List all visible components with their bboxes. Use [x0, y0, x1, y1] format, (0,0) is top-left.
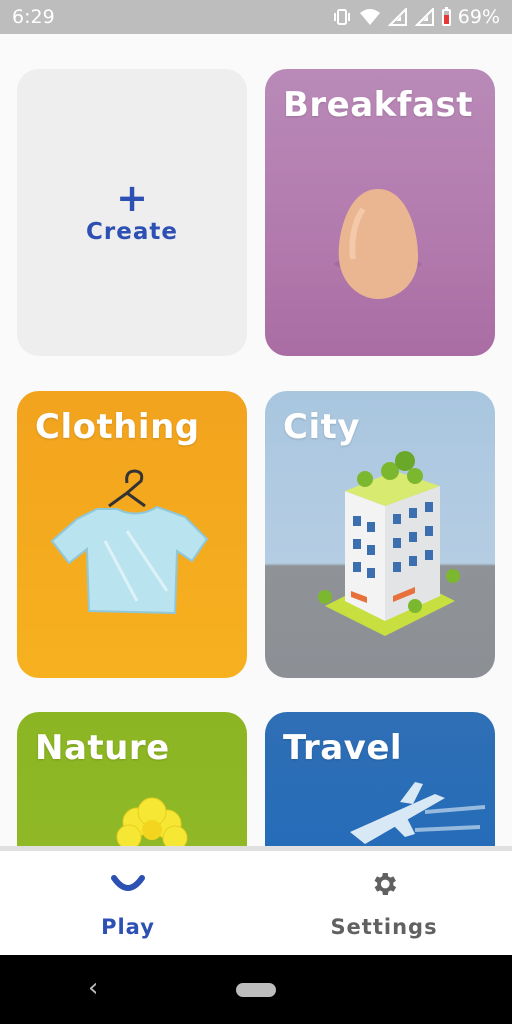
home-pill-icon[interactable]: [236, 983, 276, 997]
card-title-nature: Nature: [35, 728, 170, 768]
status-icons: 69%: [332, 6, 500, 28]
nav-settings[interactable]: Settings: [256, 851, 512, 955]
back-icon[interactable]: ‹: [88, 975, 98, 1001]
card-title-travel: Travel: [283, 728, 403, 768]
card-breakfast[interactable]: Breakfast: [265, 69, 495, 356]
signal-icon-2: [414, 8, 434, 26]
card-travel[interactable]: Travel: [265, 712, 495, 846]
card-title-clothing: Clothing: [35, 407, 200, 447]
gear-icon: [369, 869, 399, 899]
nav-play-label: Play: [101, 915, 155, 939]
signal-icon: [387, 8, 407, 26]
smile-icon: [110, 869, 146, 899]
category-grid: + Create Breakfast Clothing City Nature …: [0, 34, 512, 846]
battery-icon: [441, 6, 451, 26]
vibrate-icon: [333, 9, 350, 25]
card-city[interactable]: City: [265, 391, 495, 678]
nav-settings-label: Settings: [330, 915, 438, 939]
card-title-breakfast: Breakfast: [283, 85, 474, 125]
create-label: Create: [86, 218, 178, 245]
nav-play[interactable]: Play: [0, 851, 256, 955]
status-bar: 6:29 69%: [0, 0, 512, 34]
create-content: + Create: [17, 69, 247, 356]
card-clothing[interactable]: Clothing: [17, 391, 247, 678]
card-nature[interactable]: Nature: [17, 712, 247, 846]
wifi-icon: [359, 9, 380, 25]
plus-icon: +: [116, 175, 148, 220]
bottom-nav: Play Settings: [0, 851, 512, 955]
card-title-city: City: [283, 407, 361, 447]
battery-percent: 69%: [457, 6, 500, 28]
create-card[interactable]: + Create: [17, 69, 247, 356]
system-nav-bar: ‹: [0, 955, 512, 1024]
status-time: 6:29: [12, 6, 55, 28]
